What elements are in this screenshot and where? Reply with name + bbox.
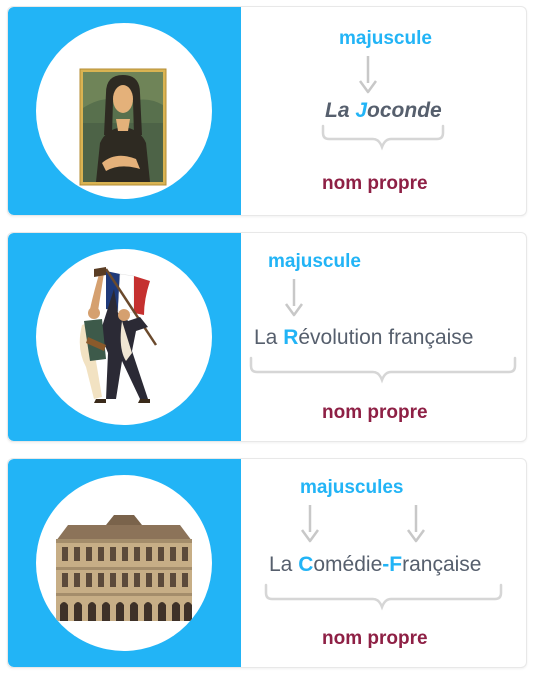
liberty-leading-the-people-icon	[79, 267, 158, 403]
phrase-part: La	[325, 99, 356, 122]
phrase-part: omédie	[313, 553, 383, 576]
proper-noun-label: nom propre	[322, 173, 428, 194]
example-phrase: La Révolution française	[254, 326, 473, 350]
card-la-revolution-francaise: majuscule La Révolution française nom pr…	[7, 232, 527, 442]
illustration-panel	[8, 7, 241, 215]
illustration-circle	[36, 475, 212, 651]
capital-letter: F	[389, 553, 403, 576]
capital-letters-label: majuscules	[300, 477, 404, 498]
illustration-circle	[36, 249, 212, 425]
phrase-part: La	[269, 553, 299, 576]
phrase-part: La	[254, 326, 284, 349]
card-la-joconde: majuscule La Joconde nom propre	[7, 6, 527, 216]
phrase-part: oconde	[367, 99, 442, 122]
grammar-panel: majuscule La Joconde nom propre	[241, 7, 526, 215]
example-phrase: La Joconde	[325, 99, 442, 123]
phrase-part: évolution française	[298, 326, 474, 349]
illustration-panel	[8, 459, 241, 667]
phrase-part: rançaise	[402, 553, 482, 576]
comedie-francaise-building-icon	[56, 515, 192, 621]
card-la-comedie-francaise: majuscules La Comédie-Française nom prop…	[7, 458, 527, 668]
capital-letter: C	[298, 553, 314, 576]
capital-letter-label: majuscule	[268, 251, 361, 272]
capital-letter-label: majuscule	[339, 28, 432, 49]
grammar-panel: majuscules La Comédie-Française nom prop…	[241, 459, 526, 667]
example-phrase: La Comédie-Française	[269, 553, 481, 577]
illustration-circle	[36, 23, 212, 199]
illustration-panel	[8, 233, 241, 441]
proper-noun-label: nom propre	[322, 628, 428, 649]
capital-letter: J	[355, 99, 368, 122]
capital-letter: R	[283, 326, 299, 349]
proper-noun-label: nom propre	[322, 402, 428, 423]
mona-lisa-icon	[79, 68, 167, 186]
grammar-panel: majuscule La Révolution française nom pr…	[241, 233, 526, 441]
